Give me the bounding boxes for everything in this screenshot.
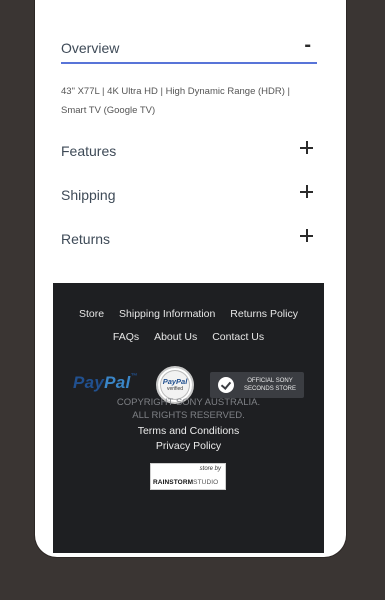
footer-link-returns-policy[interactable]: Returns Policy xyxy=(230,308,298,320)
accordion-returns[interactable]: Returns xyxy=(61,227,317,251)
footer-links-row1: Store Shipping Information Returns Polic… xyxy=(53,308,324,320)
accordion-features[interactable]: Features xyxy=(61,139,317,163)
footer-link-terms[interactable]: Terms and Conditions xyxy=(53,425,324,437)
collapse-icon[interactable]: - xyxy=(304,35,311,55)
accordion-shipping-title: Shipping xyxy=(61,187,116,203)
accordion-overview[interactable]: Overview - xyxy=(61,32,317,64)
copyright-text: COPYRIGHT SONY AUSTRALIA. ALL RIGHTS RES… xyxy=(116,397,261,421)
accordion-features-title: Features xyxy=(61,143,117,159)
paypal-logo: PayPal™ xyxy=(73,373,138,392)
official-sony-badge: OFFICIAL SONY SECONDS STORE xyxy=(210,372,304,398)
footer-link-shipping-information[interactable]: Shipping Information xyxy=(119,308,215,320)
site-footer: Store Shipping Information Returns Polic… xyxy=(53,283,324,553)
footer-link-store[interactable]: Store xyxy=(79,308,104,320)
footer-links-row2: FAQs About Us Contact Us xyxy=(53,331,324,343)
expand-plus-icon[interactable] xyxy=(300,141,313,154)
accordion-shipping[interactable]: Shipping xyxy=(61,183,317,207)
accordion-returns-title: Returns xyxy=(61,231,111,247)
footer-link-contact-us[interactable]: Contact Us xyxy=(212,331,264,343)
check-circle-icon xyxy=(218,377,234,393)
footer-link-about-us[interactable]: About Us xyxy=(154,331,197,343)
footer-link-privacy[interactable]: Privacy Policy xyxy=(53,440,324,452)
footer-link-faqs[interactable]: FAQs xyxy=(113,331,139,343)
expand-plus-icon[interactable] xyxy=(300,185,313,198)
rainstorm-studio-logo[interactable]: store by RAINSTORMSTUDIO xyxy=(150,463,226,490)
expand-plus-icon[interactable] xyxy=(300,229,313,242)
product-description: 43" X77L | 4K Ultra HD | High Dynamic Ra… xyxy=(61,86,291,116)
accordion-overview-title: Overview xyxy=(61,40,120,56)
phone-frame: Overview - 43" X77L | 4K Ultra HD | High… xyxy=(35,0,346,557)
